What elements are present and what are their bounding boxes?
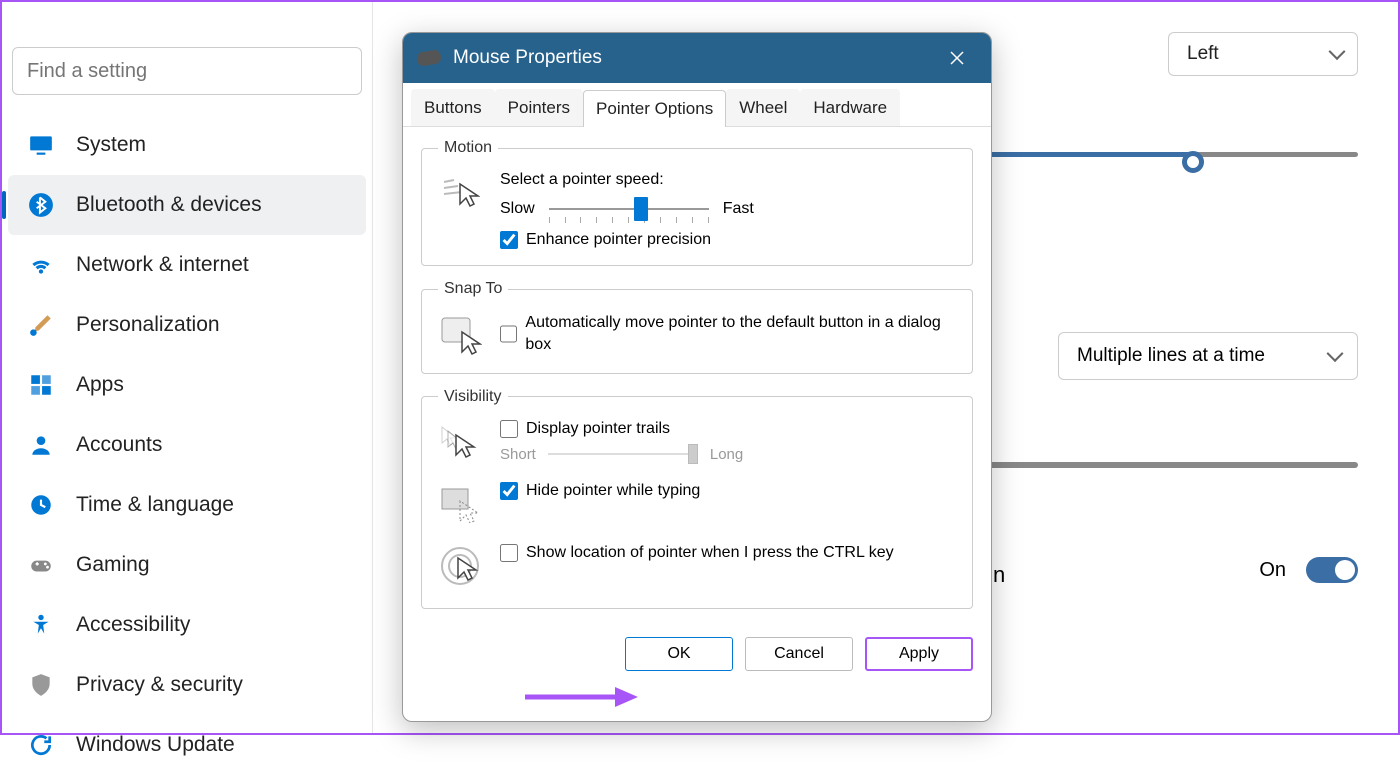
shield-icon <box>28 672 54 698</box>
nav-item-wifi[interactable]: Network & internet <box>8 235 366 295</box>
nav-item-gamepad[interactable]: Gaming <box>8 535 366 595</box>
pointer-trails-checkbox[interactable] <box>500 420 518 438</box>
snapto-label: Automatically move pointer to the defaul… <box>525 312 956 357</box>
scroll-mode-dropdown[interactable]: Multiple lines at a time <box>1058 332 1358 380</box>
hide-typing-checkbox[interactable] <box>500 482 518 500</box>
dialog-titlebar: Mouse Properties <box>403 33 991 83</box>
wifi-icon <box>28 252 54 278</box>
monitor-icon <box>28 132 54 158</box>
ctrl-locate-icon <box>438 544 482 588</box>
dialog-title: Mouse Properties <box>453 47 602 69</box>
bluetooth-icon <box>28 192 54 218</box>
hide-typing-label: Hide pointer while typing <box>526 482 700 500</box>
short-label: Short <box>500 446 536 463</box>
snapto-group: Snap To Automatically move pointer to th… <box>421 280 973 374</box>
nav-item-clock[interactable]: Time & language <box>8 475 366 535</box>
gamepad-icon <box>28 552 54 578</box>
pointer-speed-label: Select a pointer speed: <box>500 171 956 189</box>
nav-label: Time & language <box>76 493 234 517</box>
enhance-precision-label: Enhance pointer precision <box>526 231 711 249</box>
nav-label: System <box>76 133 146 157</box>
clock-icon <box>28 492 54 518</box>
nav-item-update[interactable]: Windows Update <box>8 715 366 775</box>
pointer-trails-row[interactable]: Display pointer trails <box>500 420 956 438</box>
mouse-icon <box>416 49 442 67</box>
brush-icon <box>28 312 54 338</box>
close-button[interactable] <box>937 38 977 78</box>
pointer-speed-icon <box>438 171 482 215</box>
cursor-speed-slider[interactable] <box>983 152 1358 172</box>
enhance-precision-checkbox[interactable] <box>500 231 518 249</box>
tab-pointers[interactable]: Pointers <box>495 89 583 126</box>
nav-item-person[interactable]: Accounts <box>8 415 366 475</box>
snapto-row[interactable]: Automatically move pointer to the defaul… <box>500 312 956 357</box>
nav-label: Accounts <box>76 433 162 457</box>
nav-label: Bluetooth & devices <box>76 193 262 217</box>
visibility-legend: Visibility <box>438 388 508 406</box>
nav-item-monitor[interactable]: System <box>8 115 366 175</box>
nav-item-brush[interactable]: Personalization <box>8 295 366 355</box>
lines-slider[interactable] <box>983 462 1358 468</box>
accessibility-icon <box>28 612 54 638</box>
apply-button[interactable]: Apply <box>865 637 973 671</box>
motion-group: Motion Select a pointer speed: Slow Fas <box>421 139 973 266</box>
slow-label: Slow <box>500 200 535 218</box>
nav-item-accessibility[interactable]: Accessibility <box>8 595 366 655</box>
hide-typing-row[interactable]: Hide pointer while typing <box>500 482 700 500</box>
tab-wheel[interactable]: Wheel <box>726 89 800 126</box>
search-input[interactable] <box>27 60 347 83</box>
nav-label: Windows Update <box>76 733 235 757</box>
search-box[interactable] <box>12 47 362 95</box>
visibility-group: Visibility Display pointer trails Short <box>421 388 973 609</box>
fast-label: Fast <box>723 200 754 218</box>
tab-pointer-options[interactable]: Pointer Options <box>583 90 726 127</box>
cancel-button[interactable]: Cancel <box>745 637 853 671</box>
long-label: Long <box>710 446 743 463</box>
trail-length-slider <box>548 447 698 461</box>
nav-item-bluetooth[interactable]: Bluetooth & devices <box>8 175 366 235</box>
person-icon <box>28 432 54 458</box>
nav-item-shield[interactable]: Privacy & security <box>8 655 366 715</box>
tab-hardware[interactable]: Hardware <box>800 89 900 126</box>
ctrl-locate-checkbox[interactable] <box>500 544 518 562</box>
snapto-checkbox[interactable] <box>500 325 517 343</box>
settings-sidebar: System Bluetooth & devices Network & inter… <box>2 2 372 733</box>
motion-legend: Motion <box>438 139 498 157</box>
ctrl-locate-label: Show location of pointer when I press th… <box>526 544 894 562</box>
pointer-speed-slider[interactable] <box>549 199 709 219</box>
mouse-properties-dialog: Mouse Properties ButtonsPointersPointer … <box>402 32 992 722</box>
toggle-label: On <box>1259 559 1286 582</box>
nav-label: Privacy & security <box>76 673 243 697</box>
ok-button[interactable]: OK <box>625 637 733 671</box>
apps-icon <box>28 372 54 398</box>
update-icon <box>28 732 54 758</box>
ctrl-locate-row[interactable]: Show location of pointer when I press th… <box>500 544 894 562</box>
enhance-precision-row[interactable]: Enhance pointer precision <box>500 231 956 249</box>
nav-item-apps[interactable]: Apps <box>8 355 366 415</box>
pointer-trails-icon <box>438 420 482 464</box>
hide-typing-icon <box>438 482 482 526</box>
nav-label: Network & internet <box>76 253 249 277</box>
nav-label: Accessibility <box>76 613 190 637</box>
primary-button-dropdown[interactable]: Left <box>1168 32 1358 76</box>
nav-label: Gaming <box>76 553 150 577</box>
tab-buttons[interactable]: Buttons <box>411 89 495 126</box>
snapto-legend: Snap To <box>438 280 508 298</box>
inactive-scroll-toggle[interactable] <box>1306 557 1358 583</box>
partial-text: n <box>993 562 1005 588</box>
nav-label: Personalization <box>76 313 220 337</box>
snapto-icon <box>438 312 482 356</box>
dialog-tabs: ButtonsPointersPointer OptionsWheelHardw… <box>403 83 991 127</box>
pointer-trails-label: Display pointer trails <box>526 420 670 438</box>
nav-label: Apps <box>76 373 124 397</box>
